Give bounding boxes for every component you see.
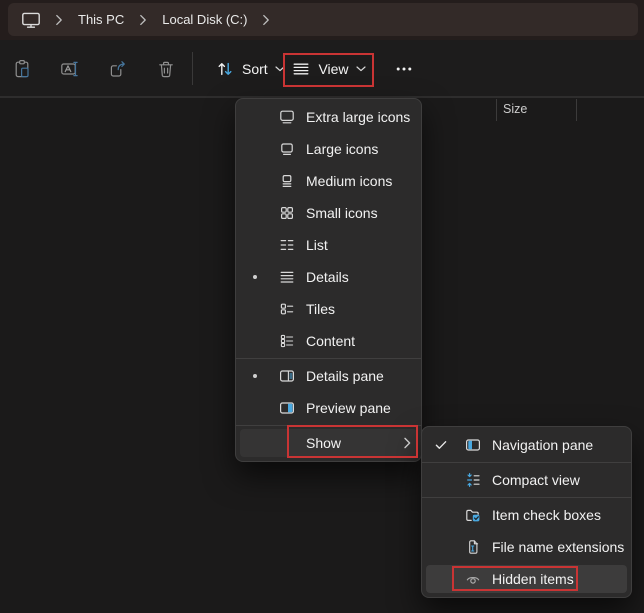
address-bar: This PC Local Disk (C:) [8, 3, 638, 36]
menu-item-large-icons[interactable]: Large icons [236, 133, 421, 165]
menu-item-details-pane[interactable]: Details pane [236, 360, 421, 392]
submenu-item-item-check-boxes[interactable]: Item check boxes [422, 499, 631, 531]
menu-item-label: Details [306, 269, 349, 285]
view-icon [291, 59, 311, 79]
medium-icons-icon [278, 172, 296, 190]
menu-item-label: Small icons [306, 205, 378, 221]
file-name-extensions-icon [464, 538, 482, 556]
menu-item-tiles[interactable]: Tiles [236, 293, 421, 325]
menu-separator [422, 497, 631, 498]
submenu-item-label: Item check boxes [492, 507, 601, 523]
column-divider[interactable] [576, 99, 577, 121]
menu-item-label: Tiles [306, 301, 335, 317]
extra-large-icons-icon [278, 108, 296, 126]
menu-item-label: Extra large icons [306, 109, 410, 125]
file-explorer-window: This PC Local Disk (C:) [0, 0, 644, 613]
menu-item-label: Large icons [306, 141, 378, 157]
menu-item-small-icons[interactable]: Small icons [236, 197, 421, 229]
submenu-item-label: File name extensions [492, 539, 624, 555]
sort-button[interactable]: Sort [206, 51, 294, 87]
share-icon [108, 59, 128, 79]
item-check-boxes-icon [464, 506, 482, 524]
breadcrumb-chevron-icon[interactable] [48, 7, 70, 33]
hidden-items-eye-icon [464, 570, 482, 588]
submenu-item-navigation-pane[interactable]: Navigation pane [422, 429, 631, 461]
view-button-label: View [318, 61, 348, 77]
menu-item-medium-icons[interactable]: Medium icons [236, 165, 421, 197]
toolbar-divider [192, 52, 193, 85]
see-more-button[interactable] [384, 51, 424, 87]
column-header-size[interactable]: Size [503, 102, 527, 116]
list-view-icon [278, 236, 296, 254]
small-icons-icon [278, 204, 296, 222]
navigation-pane-icon [464, 436, 482, 454]
menu-item-details[interactable]: Details [236, 261, 421, 293]
menu-item-label: Medium icons [306, 173, 392, 189]
menu-item-label: Details pane [306, 368, 384, 384]
menu-item-extra-large-icons[interactable]: Extra large icons [236, 101, 421, 133]
selected-bullet [253, 374, 257, 378]
large-icons-icon [278, 140, 296, 158]
rename-button[interactable] [52, 51, 88, 87]
this-pc-monitor-icon [20, 10, 42, 30]
submenu-item-label: Navigation pane [492, 437, 593, 453]
show-submenu: Navigation pane Compact view [421, 426, 632, 598]
check-icon [434, 440, 448, 450]
breadcrumb-chevron-icon[interactable] [255, 7, 277, 33]
submenu-item-label: Compact view [492, 472, 580, 488]
menu-separator [236, 358, 421, 359]
this-pc-button[interactable] [14, 7, 48, 33]
breadcrumb-chevron-icon[interactable] [132, 7, 154, 33]
menu-separator [236, 425, 421, 426]
delete-button[interactable] [148, 51, 184, 87]
details-view-icon [278, 268, 296, 286]
sort-icon [215, 59, 235, 79]
paste-button[interactable] [4, 51, 40, 87]
menu-separator [422, 462, 631, 463]
content-view-icon [278, 332, 296, 350]
command-toolbar: Sort View [0, 40, 644, 97]
paste-icon [12, 59, 32, 79]
view-menu: Extra large icons Large icons Medium ico… [235, 98, 422, 462]
menu-item-label: List [306, 237, 328, 253]
chevron-down-icon [356, 66, 366, 72]
column-divider[interactable] [496, 99, 497, 121]
menu-item-label: Content [306, 333, 355, 349]
menu-item-list[interactable]: List [236, 229, 421, 261]
share-button[interactable] [100, 51, 136, 87]
delete-icon [156, 59, 176, 79]
menu-item-show[interactable]: Show [236, 427, 421, 459]
menu-item-preview-pane[interactable]: Preview pane [236, 392, 421, 424]
rename-icon [60, 59, 80, 79]
see-more-icon [394, 59, 414, 79]
submenu-item-hidden-items[interactable]: Hidden items [422, 563, 631, 595]
breadcrumb-local-disk-c[interactable]: Local Disk (C:) [154, 7, 255, 33]
menu-item-label: Show [306, 435, 341, 451]
details-pane-icon [278, 367, 296, 385]
menu-item-label: Preview pane [306, 400, 391, 416]
view-button[interactable]: View [284, 51, 373, 87]
menu-item-content[interactable]: Content [236, 325, 421, 357]
submenu-item-file-name-extensions[interactable]: File name extensions [422, 531, 631, 563]
breadcrumb-this-pc[interactable]: This PC [70, 7, 132, 33]
selected-bullet [253, 275, 257, 279]
submenu-chevron-right-icon [404, 437, 411, 449]
compact-view-icon [464, 471, 482, 489]
tiles-view-icon [278, 300, 296, 318]
sort-button-label: Sort [242, 61, 268, 77]
submenu-item-label: Hidden items [492, 571, 574, 587]
titlebar: This PC Local Disk (C:) [0, 0, 644, 40]
submenu-item-compact-view[interactable]: Compact view [422, 464, 631, 496]
preview-pane-icon [278, 399, 296, 417]
